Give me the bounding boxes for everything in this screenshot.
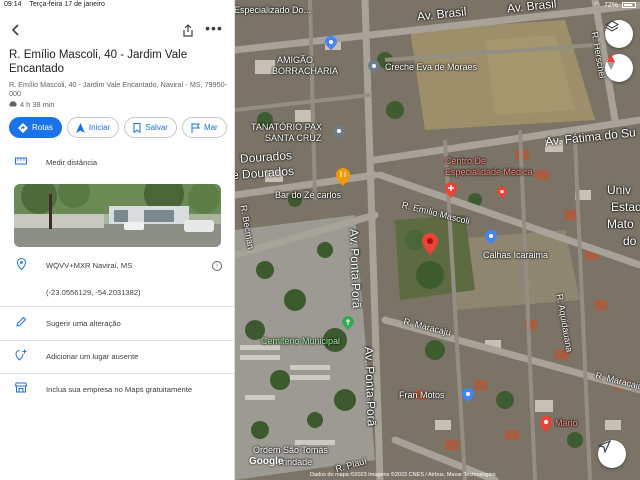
google-logo: Google — [249, 456, 284, 467]
directions-button[interactable]: Rotas — [9, 117, 62, 138]
map-label-calhas-icaraima: Calhas Icaraima — [483, 250, 549, 260]
storefront-icon — [14, 382, 28, 396]
add-business-label: Inclua sua empresa no Maps gratuitamente — [46, 385, 193, 394]
medical-small-pin-icon[interactable] — [497, 186, 507, 199]
measure-distance-label: Medir distância — [46, 158, 98, 167]
street-view-photo[interactable] — [14, 184, 221, 247]
restaurant-pin-icon[interactable] — [336, 168, 350, 186]
suggest-edit-row[interactable]: Sugerir uma alteração — [0, 316, 235, 332]
start-button[interactable]: Iniciar — [66, 117, 120, 138]
place-title: R. Emílio Mascoli, 40 - Jardim Vale Enca… — [9, 49, 188, 75]
funeral-pin-icon[interactable] — [333, 125, 345, 139]
cemetery-pin-icon[interactable] — [342, 316, 354, 330]
plus-code-row[interactable]: WQVV+MXR Naviraí, MS i — [0, 257, 235, 274]
map-label-mario: Mario — [555, 418, 578, 428]
car-icon — [9, 101, 17, 107]
share-icon — [183, 23, 193, 37]
battery-icon — [622, 2, 636, 8]
travel-time: 4 h 38 min — [9, 100, 55, 109]
store-pin-icon[interactable] — [485, 230, 497, 244]
map-label-centro-de: Centro De — [445, 156, 487, 166]
map-label-creche: Creche Eva de Moraes — [385, 62, 478, 72]
add-place-label: Adicionar um lugar ausente — [46, 352, 139, 361]
status-right: ◠ 72% — [594, 1, 636, 9]
map-label-borracharia: BORRACHARIA — [272, 66, 339, 76]
map-label-do: do — [623, 234, 637, 248]
map-label-univ: Univ — [607, 183, 632, 197]
divider — [0, 340, 235, 341]
map-label-mato: Mato — [607, 217, 634, 231]
map-attribution: Dados do mapa ©2023 Imagens ©2023 CNES /… — [310, 472, 496, 478]
label-button[interactable]: Mar — [181, 117, 227, 138]
back-button[interactable] — [6, 20, 26, 40]
map-label-bar-ze-carlos: Bar do Zé carlos — [275, 190, 342, 200]
action-chips: Rotas Iniciar Salvar Mar — [9, 117, 235, 139]
motorcycle-shop-pin-icon[interactable] — [462, 388, 474, 402]
coordinates-row[interactable]: (-23.0556129, -54.2031382) — [0, 286, 235, 300]
layers-icon — [605, 20, 619, 32]
start-label: Iniciar — [88, 123, 111, 132]
location-pin-icon — [14, 257, 28, 272]
medical-pin-icon[interactable] — [445, 182, 457, 198]
map-label-especialidade-medica: Especialidade Médica — [445, 167, 533, 177]
info-icon[interactable]: i — [212, 261, 222, 271]
diamond-route-icon — [18, 122, 28, 133]
flag-icon — [191, 122, 200, 133]
measure-distance-row[interactable]: Medir distância — [0, 155, 235, 171]
compass-button[interactable] — [605, 54, 633, 82]
pencil-icon — [14, 316, 28, 330]
shop-pin-icon[interactable] — [540, 416, 552, 432]
bookmark-icon — [133, 122, 141, 133]
school-pin-icon[interactable] — [368, 60, 380, 74]
label-label: Mar — [203, 123, 218, 132]
status-left: 09:14 Terça-feira 17 de janeiro — [4, 1, 111, 8]
street-view-image — [14, 184, 221, 247]
divider — [0, 373, 235, 374]
battery-percent: 72% — [603, 1, 618, 9]
map-label-tanatorio: TANATÓRIO PAX — [251, 122, 323, 132]
more-dots-icon: ••• — [205, 20, 223, 36]
travel-time-text: 4 h 38 min — [20, 100, 55, 109]
more-options-button[interactable]: ••• — [204, 18, 224, 38]
status-time: 09:14 — [4, 1, 22, 8]
chevron-left-icon — [11, 24, 19, 36]
location-arrow-icon — [598, 440, 611, 453]
wifi-icon: ◠ — [593, 2, 600, 9]
my-location-button[interactable] — [598, 440, 626, 468]
map-label-ordem-sao-tomas: Ordem São Tomás — [253, 445, 328, 455]
suggest-edit-label: Sugerir uma alteração — [46, 319, 121, 328]
add-business-row[interactable]: Inclua sua empresa no Maps gratuitamente — [0, 382, 235, 398]
satellite-map[interactable]: Especializado Do... Av. Brasil Av. Brasi… — [235, 0, 640, 480]
place-marker-icon[interactable] — [325, 36, 337, 50]
map-label-estad: Estad — [611, 200, 640, 214]
map-label-santa-cruz: SANTA CRUZ — [265, 133, 322, 143]
selected-location-pin-icon[interactable] — [422, 233, 438, 255]
ruler-icon — [14, 155, 28, 169]
plus-code-text: WQVV+MXR Naviraí, MS — [46, 261, 133, 270]
map-label-av-ponta-pora: Av. Ponta Porã — [346, 228, 364, 309]
map-label-amigao: AMIGÃO — [277, 55, 314, 65]
compass-icon — [607, 54, 615, 70]
directions-label: Rotas — [32, 123, 53, 132]
map-label-av-ponta-pora-2: Av. Ponta Porã — [361, 346, 379, 427]
map-label-fran-motos: Fran Motos — [399, 390, 445, 400]
layers-button[interactable] — [605, 20, 633, 48]
share-button[interactable] — [178, 20, 198, 40]
add-place-row[interactable]: Adicionar um lugar ausente — [0, 349, 235, 365]
navigation-arrow-icon — [75, 122, 85, 133]
add-location-icon — [14, 349, 28, 363]
save-label: Salvar — [145, 123, 168, 132]
panel-toolbar: ••• — [0, 18, 235, 42]
coordinates-text: (-23.0556129, -54.2031382) — [46, 288, 141, 297]
divider — [0, 306, 235, 307]
status-bar: 09:14 Terça-feira 17 de janeiro ◠ 72% — [0, 0, 640, 11]
place-full-address: R. Emílio Mascoli, 40 - Jardim Vale Enca… — [9, 80, 227, 98]
map-label-cemiterio: Cemitério Municipal — [261, 336, 341, 346]
place-panel: ••• R. Emílio Mascoli, 40 - Jardim Vale … — [0, 0, 235, 480]
status-date: Terça-feira 17 de janeiro — [29, 1, 105, 8]
save-button[interactable]: Salvar — [124, 117, 177, 138]
